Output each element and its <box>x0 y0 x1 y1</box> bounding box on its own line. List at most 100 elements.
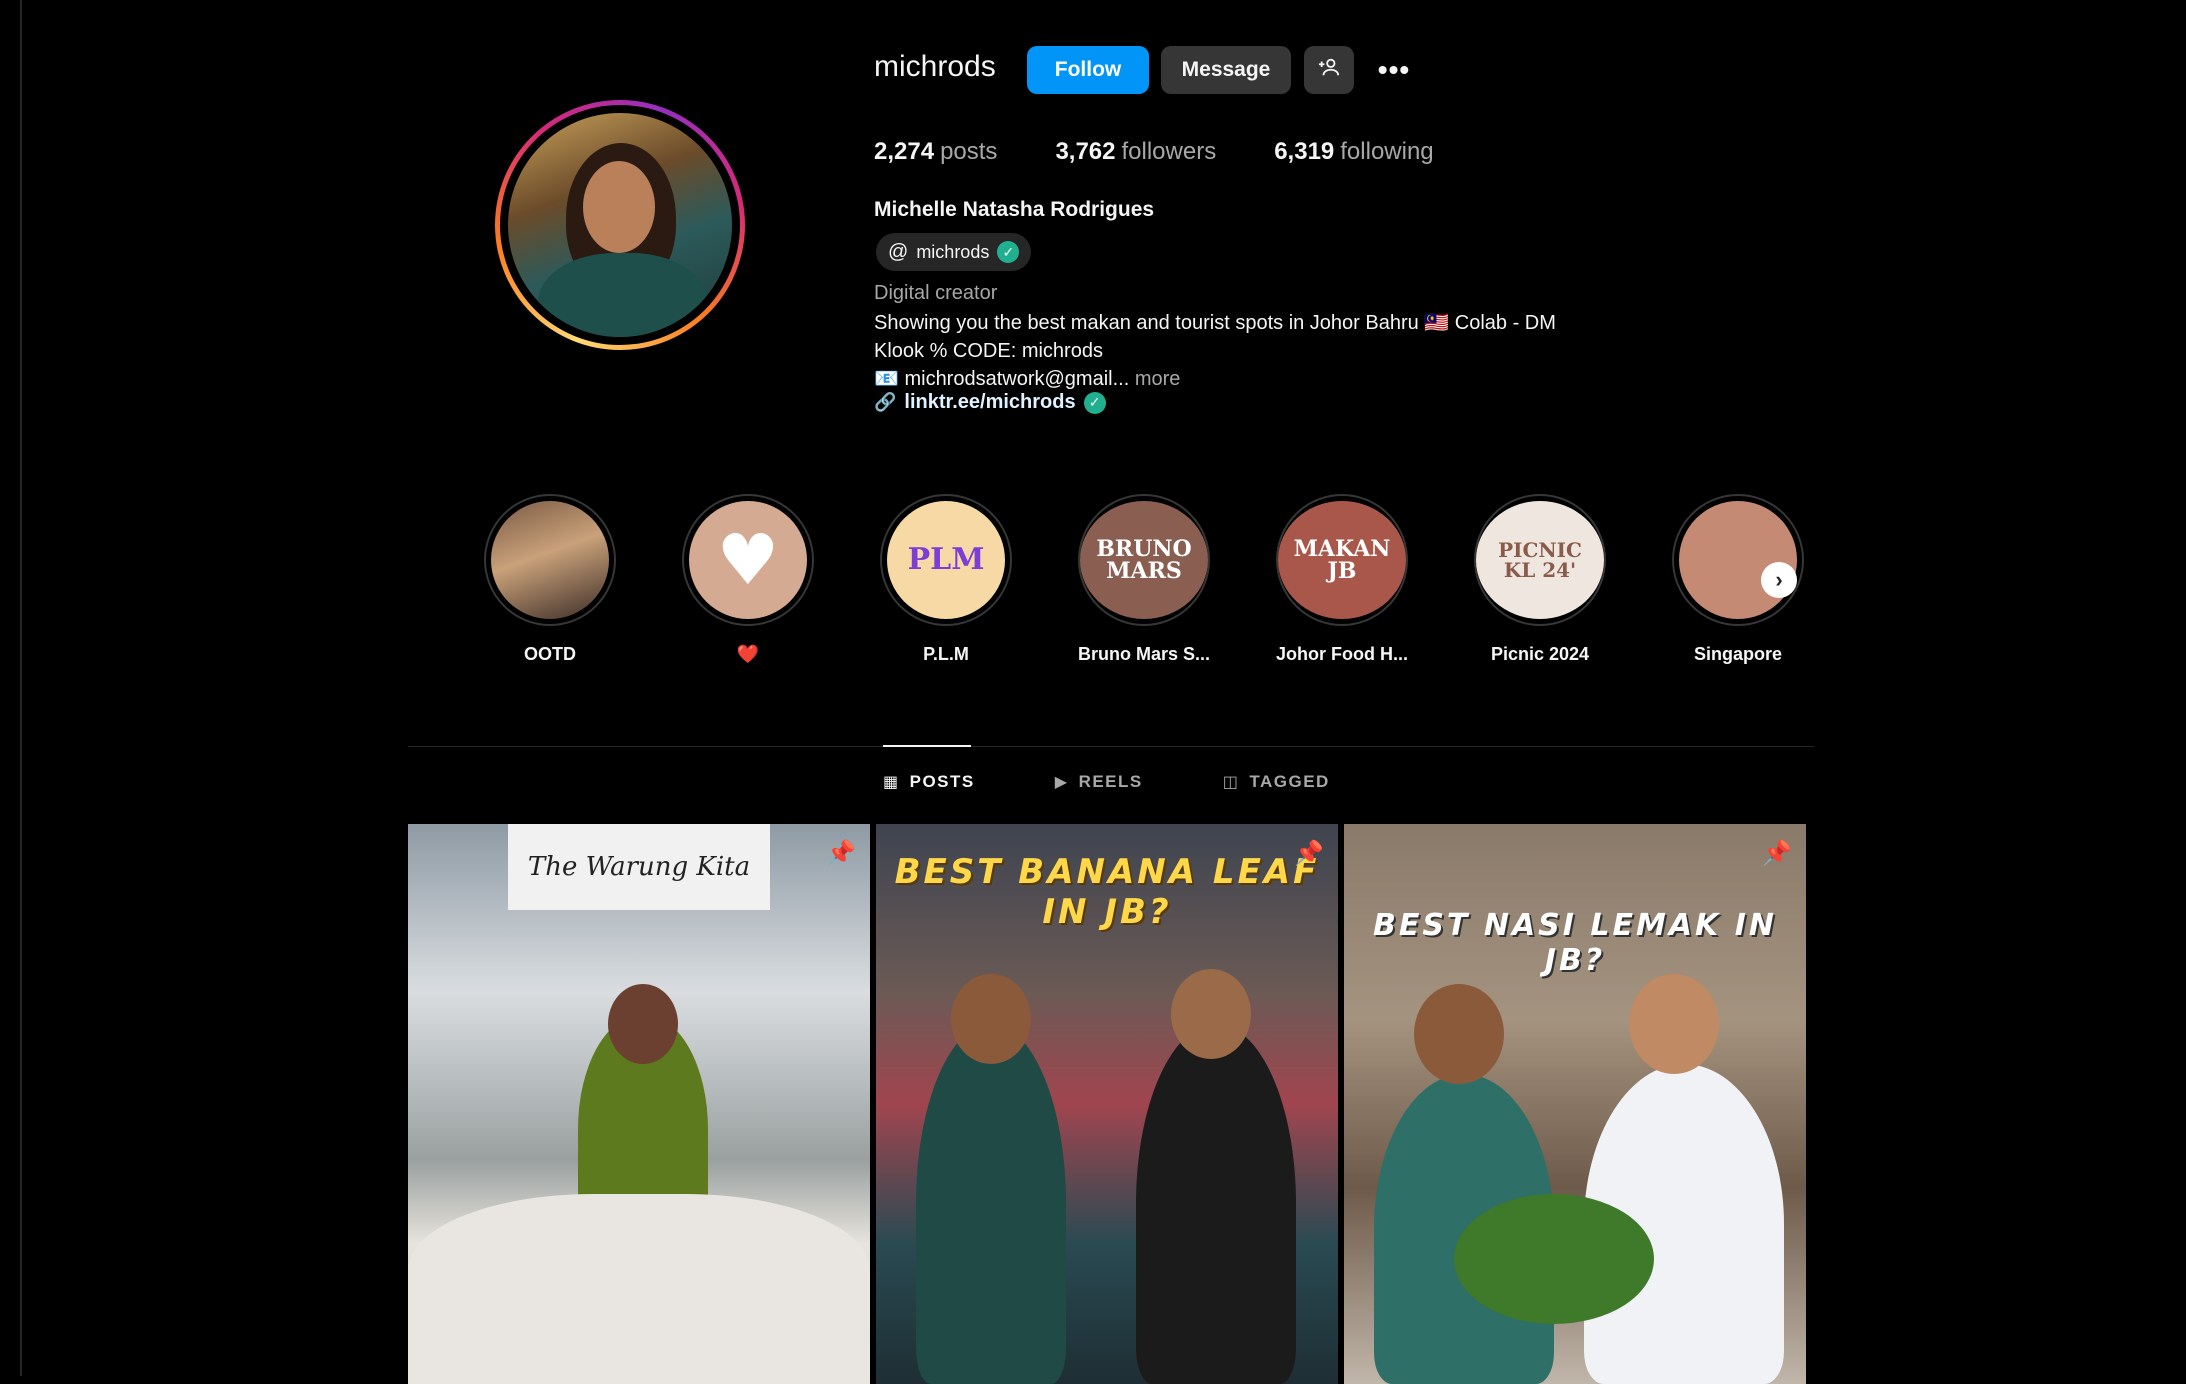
highlight-cover-text: BRUNO MARS <box>1096 536 1192 584</box>
profile-tabs: ▦ POSTS ▶ REELS ◫ TAGGED <box>883 772 1330 792</box>
stat-posts: 2,274 posts <box>874 138 997 166</box>
post-dish <box>1454 1194 1654 1324</box>
avatar-image <box>508 113 732 337</box>
pinned-icon: 📌 <box>826 839 856 867</box>
highlight-cover-text: PICNIC KL 24' <box>1498 538 1582 582</box>
profile-category: Digital creator <box>874 282 998 304</box>
tab-reels-label: REELS <box>1078 772 1143 791</box>
pinned-icon: 📌 <box>1294 839 1324 867</box>
highlight-item[interactable]: PICNIC KL 24' Picnic 2024 <box>1460 494 1620 665</box>
add-user-button[interactable] <box>1304 46 1354 94</box>
highlight-ring: PICNIC KL 24' <box>1474 494 1606 626</box>
profile-link[interactable]: 🔗 linktr.ee/michrods ✓ <box>874 391 1106 414</box>
story-highlights: OOTD ♥ ❤️ PLM P.L.M BRUNO MARS Bruno Mar… <box>470 494 1810 674</box>
profile-stats: 2,274 posts 3,762 followers 6,319 following <box>874 138 1434 166</box>
avatar-face <box>583 161 655 253</box>
post-tile[interactable]: BEST BANANA LEAF IN JB? 📌 <box>876 824 1338 1384</box>
highlight-ring: BRUNO MARS <box>1078 494 1210 626</box>
highlight-cover-text: MAKAN JB <box>1293 536 1391 584</box>
highlight-label: ❤️ <box>736 644 760 664</box>
tab-posts-label: POSTS <box>909 772 975 791</box>
stat-followers[interactable]: 3,762 followers <box>1055 138 1216 166</box>
highlight-ring: MAKAN JB <box>1276 494 1408 626</box>
follow-button[interactable]: Follow <box>1027 46 1149 94</box>
reels-icon: ▶ <box>1054 774 1069 791</box>
active-tab-indicator <box>883 745 971 747</box>
highlight-ring: PLM <box>880 494 1012 626</box>
highlight-item[interactable]: ♥ ❤️ <box>668 494 828 665</box>
followers-label: followers <box>1121 138 1217 165</box>
post-figure <box>951 974 1031 1064</box>
highlight-label: OOTD <box>524 644 576 664</box>
post-tile[interactable]: The Warung Kita 📌 <box>408 824 870 1384</box>
tab-posts[interactable]: ▦ POSTS <box>883 772 975 792</box>
bio-line: Klook % CODE: michrods <box>874 340 1103 362</box>
verified-icon: ✓ <box>997 241 1020 263</box>
tab-reels[interactable]: ▶ REELS <box>1055 772 1143 792</box>
posts-label: posts <box>940 138 998 165</box>
bio-line: 📧 michrodsatwork@gmail... more <box>874 365 1556 393</box>
posts-count: 2,274 <box>874 138 935 165</box>
left-divider <box>20 0 22 1376</box>
highlight-item[interactable]: BRUNO MARS Bruno Mars S... <box>1064 494 1224 665</box>
highlight-label: Johor Food H... <box>1276 644 1408 664</box>
post-figure <box>1629 974 1719 1074</box>
more-options-button[interactable]: ••• <box>1372 46 1416 94</box>
post-figure <box>1171 969 1251 1059</box>
highlight-cover: MAKAN JB <box>1278 501 1406 619</box>
bio-line: Showing you the best makan and tourist s… <box>874 312 1556 334</box>
tab-tagged-label: TAGGED <box>1249 772 1330 791</box>
highlight-cover: ♥ <box>689 501 807 619</box>
post-figure <box>916 1024 1066 1384</box>
post-tile[interactable]: BEST NASI LEMAK IN JB? 📌 <box>1344 824 1806 1384</box>
following-count: 6,319 <box>1274 138 1335 165</box>
highlight-cover: BRUNO MARS <box>1080 501 1208 619</box>
following-label: following <box>1340 138 1434 165</box>
tabs-divider <box>408 746 1814 747</box>
pinned-icon: 📌 <box>1762 839 1792 867</box>
tab-tagged[interactable]: ◫ TAGGED <box>1223 772 1330 792</box>
avatar-body <box>538 253 708 337</box>
highlight-cover <box>1679 501 1797 619</box>
highlight-item[interactable]: MAKAN JB Johor Food H... <box>1262 494 1422 665</box>
profile-avatar[interactable] <box>495 100 745 350</box>
highlights-next-button[interactable]: › <box>1761 562 1797 598</box>
grid-icon: ▦ <box>883 774 900 791</box>
posts-grid: The Warung Kita 📌 BEST BANANA LEAF IN JB… <box>408 824 1808 1384</box>
highlight-cover: PICNIC KL 24' <box>1476 501 1604 619</box>
highlight-label: Singapore <box>1693 644 1782 664</box>
profile-full-name: Michelle Natasha Rodrigues <box>874 198 1155 221</box>
profile-link-text[interactable]: linktr.ee/michrods <box>904 391 1075 414</box>
highlight-ring: ♥ <box>682 494 814 626</box>
threads-badge[interactable]: @ michrods ✓ <box>876 233 1032 271</box>
profile-username: michrods <box>874 50 996 83</box>
highlight-label: Bruno Mars S... <box>1077 644 1211 664</box>
followers-count: 3,762 <box>1055 138 1116 165</box>
post-table <box>408 1194 870 1384</box>
stat-following[interactable]: 6,319 following <box>1274 138 1433 166</box>
add-user-icon <box>1318 56 1340 84</box>
highlight-cover <box>491 501 609 619</box>
post-figure <box>608 984 678 1064</box>
post-overlay-text: The Warung Kita <box>508 824 770 910</box>
bio-email: 📧 michrodsatwork@gmail... <box>874 368 1130 390</box>
highlight-cover: PLM <box>887 501 1005 619</box>
threads-icon: @ <box>888 240 909 263</box>
highlight-label: P.L.M <box>923 644 969 664</box>
highlight-cover-text: PLM <box>907 542 985 577</box>
link-icon: 🔗 <box>874 392 897 412</box>
post-overlay-text: BEST BANANA LEAF IN JB? <box>894 852 1320 932</box>
heart-icon: ♥ <box>716 519 780 601</box>
highlight-item[interactable]: OOTD <box>470 494 630 665</box>
highlight-item[interactable]: PLM P.L.M <box>866 494 1026 665</box>
highlight-ring <box>1672 494 1804 626</box>
post-figure <box>1136 1024 1296 1384</box>
bio-more-link[interactable]: more <box>1135 368 1181 390</box>
verified-icon: ✓ <box>1083 391 1106 414</box>
highlight-label: Picnic 2024 <box>1490 644 1590 664</box>
more-options-icon: ••• <box>1377 54 1411 85</box>
chevron-right-icon: › <box>1775 567 1783 592</box>
post-overlay-text: BEST NASI LEMAK IN JB? <box>1372 908 1778 978</box>
message-button[interactable]: Message <box>1161 46 1291 94</box>
threads-handle: michrods <box>916 241 990 262</box>
